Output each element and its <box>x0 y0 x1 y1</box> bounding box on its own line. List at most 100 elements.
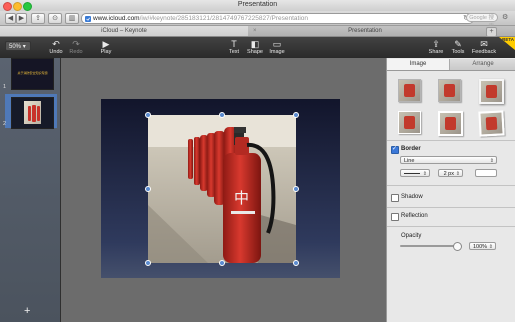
share-page-button[interactable]: ⇪ <box>31 13 45 24</box>
feedback-icon: ✉ <box>480 39 488 49</box>
border-color-well[interactable] <box>475 169 497 177</box>
browser-tab-presentation[interactable]: × Presentation <box>249 26 481 36</box>
image-button[interactable]: ▭ Image <box>264 39 290 57</box>
opacity-field[interactable]: 100% ⇕ <box>469 242 496 250</box>
slide-2-thumb-photo <box>24 101 41 124</box>
opacity-slider-knob[interactable] <box>453 242 462 251</box>
url-host: www.icloud.com <box>93 15 140 22</box>
image-style-preset-3[interactable] <box>479 79 504 104</box>
border-width-value: 2 px <box>443 171 454 177</box>
slide-number-1: 1 <box>3 84 7 90</box>
redo-label: Redo <box>69 49 83 55</box>
image-style-preset-4[interactable] <box>398 111 421 134</box>
border-label: Border <box>401 146 421 152</box>
redo-button[interactable]: ↷ Redo <box>63 39 89 57</box>
image-style-preset-6[interactable] <box>478 110 505 137</box>
opacity-value: 100% <box>473 244 488 250</box>
slide-navigator: 关于消防安全知识专题 1 2 + <box>0 58 61 322</box>
line-pattern-icon <box>404 173 420 175</box>
play-label: Play <box>100 49 112 55</box>
browser-toolbar: ◀ ▶ ⇪ ⊙ ▥ www.icloud.com/iw/#keynote/285… <box>0 11 515 30</box>
image-style-preset-2[interactable] <box>438 79 461 102</box>
divider <box>387 140 515 141</box>
opacity-slider-track[interactable] <box>400 245 458 247</box>
reflection-label: Reflection <box>401 213 428 219</box>
feedback-button[interactable]: ✉ Feedback <box>471 39 497 57</box>
resize-handle[interactable] <box>219 112 225 118</box>
chevron-down-icon: ▾ <box>22 44 26 50</box>
resize-handle[interactable] <box>219 260 225 266</box>
select-arrows-icon: ⇕ <box>422 171 427 177</box>
play-button[interactable]: ▶ Play <box>93 39 119 57</box>
tab-arrange[interactable]: Arrange <box>450 59 515 70</box>
play-icon: ▶ <box>102 39 110 49</box>
share-page-icon: ⇪ <box>35 15 41 22</box>
format-inspector: Image Arrange Border Line⇕ ⇕ 2 px⇕ Shado… <box>386 58 515 322</box>
address-bar[interactable]: www.icloud.com/iw/#keynote/285183121/281… <box>81 13 474 24</box>
border-style-value: Line <box>404 158 415 164</box>
image-icon: ▭ <box>272 39 282 49</box>
settings-gear-icon[interactable]: ⚙ <box>502 13 508 21</box>
browser-tab-keynote[interactable]: iCloud – Keynote <box>0 26 248 36</box>
divider <box>387 207 515 208</box>
tab-image[interactable]: Image <box>387 59 450 70</box>
image-style-preset-1[interactable] <box>398 79 421 102</box>
resize-handle[interactable] <box>293 186 299 192</box>
wrench-icon: ✎ <box>454 39 462 49</box>
tools-button[interactable]: ✎ Tools <box>445 39 471 57</box>
reading-list-icon: ⊙ <box>52 15 58 22</box>
border-style-select[interactable]: Line ⇕ <box>400 156 497 164</box>
reading-list-button[interactable]: ⊙ <box>48 13 62 24</box>
stepper-icon[interactable]: ⇕ <box>489 243 493 251</box>
browser-tab-bar: iCloud – Keynote × Presentation + <box>0 26 515 37</box>
border-checkbox[interactable] <box>391 145 399 154</box>
forward-arrow-icon: ▶ <box>18 15 25 22</box>
inspector-tabs: Image Arrange <box>387 59 515 71</box>
site-icon <box>85 15 91 22</box>
feedback-label: Feedback <box>471 49 497 55</box>
image-label: Image <box>269 49 285 55</box>
border-width-field[interactable]: 2 px ⇕ <box>438 169 463 177</box>
divider <box>387 226 515 227</box>
slide-thumbnail-1[interactable]: 关于消防安全知识专题 <box>11 58 54 90</box>
image-style-preset-5[interactable] <box>438 111 463 136</box>
zoom-select[interactable]: 50% ▾ <box>5 41 31 51</box>
tools-label: Tools <box>451 49 465 55</box>
reflection-checkbox[interactable] <box>391 213 399 221</box>
tab-close-icon[interactable]: × <box>253 26 257 36</box>
url-path: /iw/#keynote/285183121/2814749767225827/… <box>139 15 309 22</box>
back-arrow-icon: ◀ <box>7 15 14 22</box>
resize-handle[interactable] <box>145 186 151 192</box>
resize-handle[interactable] <box>145 112 151 118</box>
divider <box>387 185 515 186</box>
slide-image-fire-extinguishers[interactable]: 中 <box>148 115 296 263</box>
window-title: Presentation <box>237 1 278 8</box>
stepper-icon[interactable]: ⇕ <box>456 170 460 178</box>
forward-button[interactable]: ▶ <box>16 13 27 24</box>
zoom-value: 50% <box>9 44 22 50</box>
slide-canvas[interactable]: 中 <box>101 99 340 278</box>
select-arrows-icon: ⇕ <box>489 158 494 164</box>
new-tab-button[interactable]: + <box>486 27 497 37</box>
opacity-label: Opacity <box>401 233 422 239</box>
tab-label: iCloud – Keynote <box>101 28 147 34</box>
redo-icon: ↷ <box>72 39 80 49</box>
resize-handle[interactable] <box>145 260 151 266</box>
shadow-label: Shadow <box>401 194 423 200</box>
fire-extinguisher-photo: 中 <box>148 115 296 263</box>
search-input[interactable]: Google 搜索 <box>466 13 498 30</box>
slide-1-title: 关于消防安全知识专题 <box>17 71 48 75</box>
line-pattern-select[interactable]: ⇕ <box>400 169 430 177</box>
slide-number-2: 2 <box>3 121 7 127</box>
slide-thumbnail-2[interactable] <box>11 97 54 129</box>
shadow-checkbox[interactable] <box>391 194 399 202</box>
resize-handle[interactable] <box>293 260 299 266</box>
tab-label: Presentation <box>348 28 382 34</box>
sidebar-icon: ▥ <box>68 15 76 22</box>
add-slide-button[interactable]: + <box>24 305 30 317</box>
keynote-toolbar: 50% ▾ ↶ Undo ↷ Redo ▶ Play T Text ◧ Shape ▭ Im… <box>0 37 515 59</box>
sidebar-button[interactable]: ▥ <box>65 13 79 24</box>
back-button[interactable]: ◀ <box>5 13 16 24</box>
svg-text:中: 中 <box>234 189 249 207</box>
resize-handle[interactable] <box>293 112 299 118</box>
